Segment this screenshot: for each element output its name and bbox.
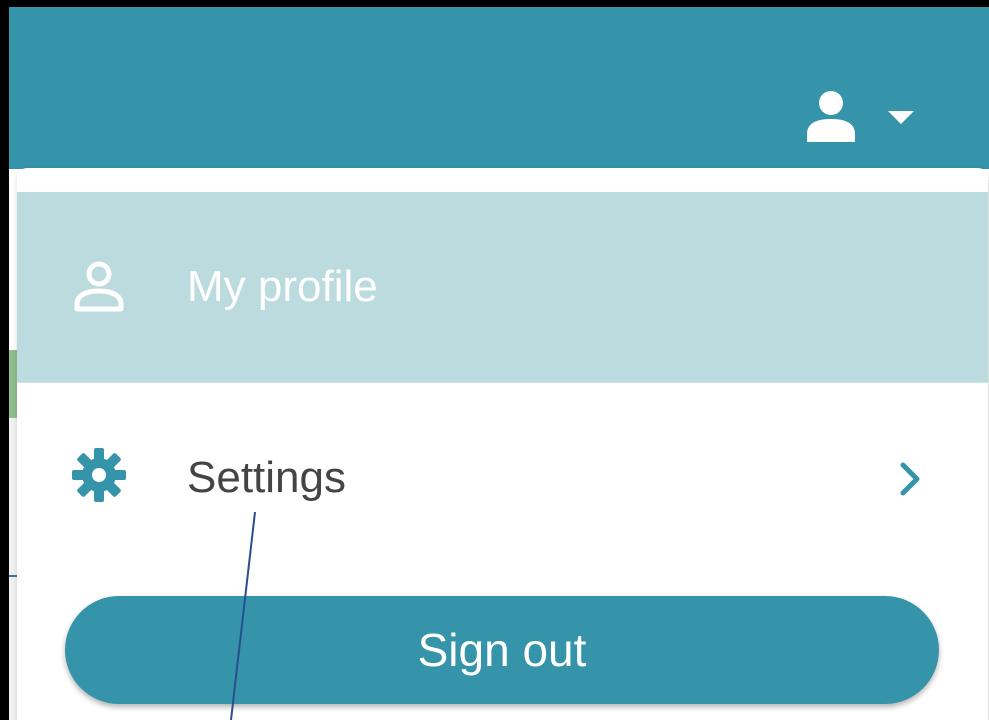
- caret-down-icon: [888, 111, 914, 124]
- user-icon: [807, 91, 855, 142]
- user-outline-icon: [74, 261, 124, 312]
- menu-item-settings[interactable]: Settings: [17, 382, 988, 573]
- menu-item-my-profile[interactable]: My profile: [17, 192, 988, 382]
- sign-out-button[interactable]: Sign out: [65, 596, 939, 704]
- screenshot-frame: My profile Settings Sign out: [0, 0, 989, 720]
- menu-item-label: My profile: [187, 262, 378, 311]
- frame-border-left: [0, 0, 9, 720]
- frame-border-top: [0, 0, 989, 7]
- chevron-right-icon: [900, 462, 920, 496]
- menu-item-label: Settings: [187, 453, 346, 502]
- gear-icon: [72, 448, 126, 502]
- user-menu-toggle[interactable]: [800, 85, 930, 145]
- user-dropdown-menu: My profile Settings Sign out: [17, 168, 988, 720]
